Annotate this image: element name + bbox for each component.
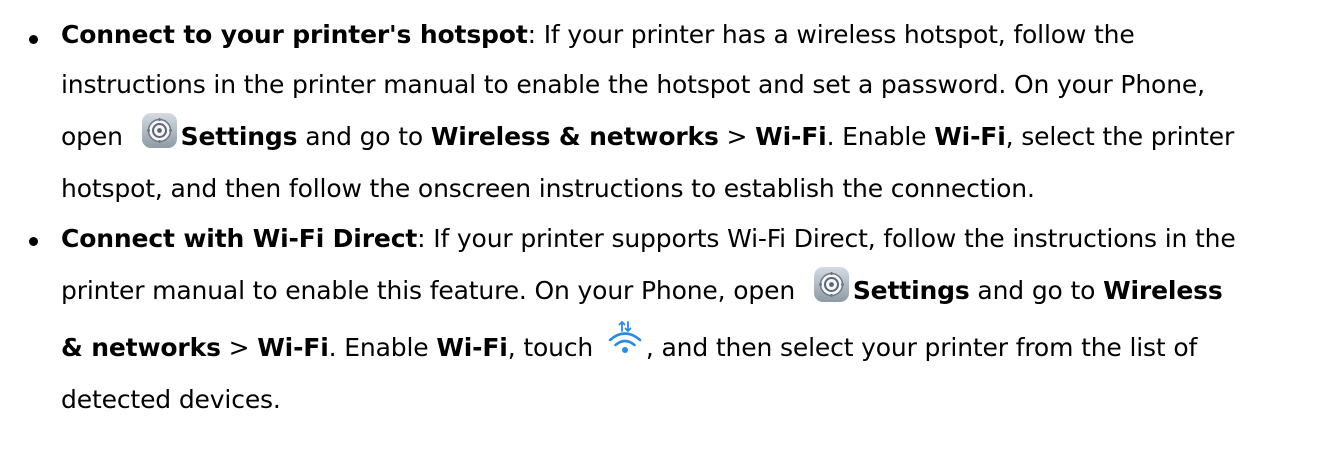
text-line: detected devices. — [61, 376, 1319, 423]
document-page: Connect to your printer's hotspot: If yo… — [0, 0, 1329, 457]
settings-label: Settings — [852, 276, 970, 305]
text-run: . Enable — [328, 333, 437, 362]
text-line: Connect with Wi-Fi Direct: If your print… — [61, 215, 1319, 262]
text-line: open Settings and go to Wireless & netwo… — [61, 108, 1319, 165]
text-line: printer manual to enable this feature. O… — [61, 262, 1319, 319]
text-line: & networks > Wi-Fi. Enable Wi-Fi, touch — [61, 319, 1319, 376]
settings-label: Settings — [180, 122, 298, 151]
wireless-label: Wireless — [1103, 276, 1223, 305]
text-run: open — [61, 122, 131, 151]
text-run: , and then select your printer from the … — [645, 333, 1198, 362]
bullet-list: Connect to your printer's hotspot: If yo… — [0, 0, 1329, 423]
wireless-networks-label: Wireless & networks — [430, 122, 719, 151]
item-title: Connect to your printer's hotspot — [61, 20, 528, 49]
item-title: Connect with Wi-Fi Direct — [61, 224, 418, 253]
text-run: hotspot, and then follow the onscreen in… — [61, 174, 1035, 203]
wifi-label: Wi-Fi — [436, 333, 508, 362]
text-run: instructions in the printer manual to en… — [61, 70, 1205, 99]
text-run: printer manual to enable this feature. O… — [61, 276, 803, 305]
list-item-wifi-direct: Connect with Wi-Fi Direct: If your print… — [0, 215, 1329, 423]
text-run: and go to — [969, 276, 1104, 305]
text-run: detected devices. — [61, 385, 281, 414]
wifi-label: Wi-Fi — [257, 333, 329, 362]
text-run: , touch — [507, 333, 601, 362]
text-run: , select the printer — [1005, 122, 1235, 151]
settings-gear-icon — [141, 112, 178, 149]
text-line: hotspot, and then follow the onscreen in… — [61, 165, 1319, 212]
wifi-direct-icon — [607, 320, 643, 358]
text-run: > — [220, 333, 258, 362]
text-run: > — [718, 122, 756, 151]
text-line: Connect to your printer's hotspot: If yo… — [61, 13, 1319, 61]
text-run: : If your printer supports Wi-Fi Direct,… — [417, 224, 1236, 253]
text-run: and go to — [297, 122, 431, 151]
settings-gear-icon — [813, 266, 850, 303]
wifi-label: Wi-Fi — [755, 122, 827, 151]
text-line: instructions in the printer manual to en… — [61, 61, 1319, 108]
text-run: : If your printer has a wireless hotspot… — [527, 20, 1135, 49]
wifi-label: Wi-Fi — [934, 122, 1006, 151]
bullet-dot — [29, 35, 38, 44]
text-run: . Enable — [826, 122, 935, 151]
networks-label: & networks — [61, 333, 221, 362]
list-item-printer-hotspot: Connect to your printer's hotspot: If yo… — [0, 13, 1329, 212]
bullet-dot — [29, 237, 38, 246]
